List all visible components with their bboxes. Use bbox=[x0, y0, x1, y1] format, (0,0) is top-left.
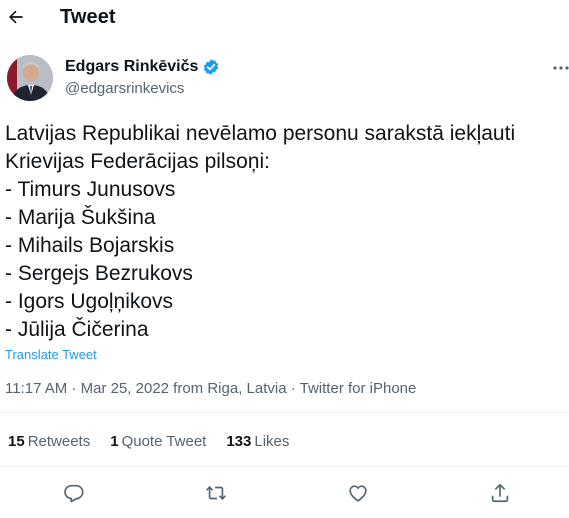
translate-tweet-link[interactable]: Translate Tweet bbox=[5, 347, 97, 362]
divider bbox=[0, 412, 569, 413]
retweets-stat[interactable]: 15 Retweets bbox=[8, 433, 90, 450]
avatar-image bbox=[7, 55, 53, 101]
tweet-text: Latvijas Republikai nevēlamo personu sar… bbox=[5, 122, 516, 341]
like-button[interactable] bbox=[346, 481, 370, 505]
avatar[interactable] bbox=[7, 55, 53, 101]
more-options-button[interactable] bbox=[551, 60, 569, 76]
divider bbox=[0, 466, 569, 467]
more-dots-icon bbox=[553, 66, 569, 70]
tweet-meta: 11:17 AM · Mar 25, 2022 from Riga, Latvi… bbox=[5, 380, 417, 397]
back-button[interactable] bbox=[5, 6, 27, 28]
tweet-source[interactable]: Twitter for iPhone bbox=[300, 380, 417, 397]
tweet-stats: 15 Retweets 1 Quote Tweet 133 Likes bbox=[8, 433, 309, 450]
reply-button[interactable] bbox=[62, 481, 86, 505]
author-handle[interactable]: @edgarsrinkevics bbox=[65, 80, 184, 97]
verified-badge-icon bbox=[204, 59, 219, 75]
like-icon bbox=[349, 485, 367, 502]
retweet-button[interactable] bbox=[204, 481, 228, 505]
retweet-icon bbox=[206, 486, 226, 500]
header: Tweet bbox=[0, 0, 569, 36]
author-name-row[interactable]: Edgars Rinkēvičs bbox=[65, 58, 220, 76]
tweet-date[interactable]: Mar 25, 2022 bbox=[81, 380, 169, 397]
share-icon bbox=[491, 483, 509, 503]
likes-stat[interactable]: 133 Likes bbox=[226, 433, 289, 450]
arrow-left-icon bbox=[9, 10, 23, 24]
author-name[interactable]: Edgars Rinkēvičs bbox=[65, 58, 198, 76]
share-button[interactable] bbox=[488, 481, 512, 505]
quote-tweets-stat[interactable]: 1 Quote Tweet bbox=[110, 433, 206, 450]
page-title: Tweet bbox=[60, 6, 116, 28]
reply-icon bbox=[64, 484, 84, 503]
tweet-time[interactable]: 11:17 AM bbox=[5, 380, 67, 397]
tweet-actions bbox=[0, 478, 569, 508]
tweet-location[interactable]: from Riga, Latvia bbox=[173, 380, 286, 397]
